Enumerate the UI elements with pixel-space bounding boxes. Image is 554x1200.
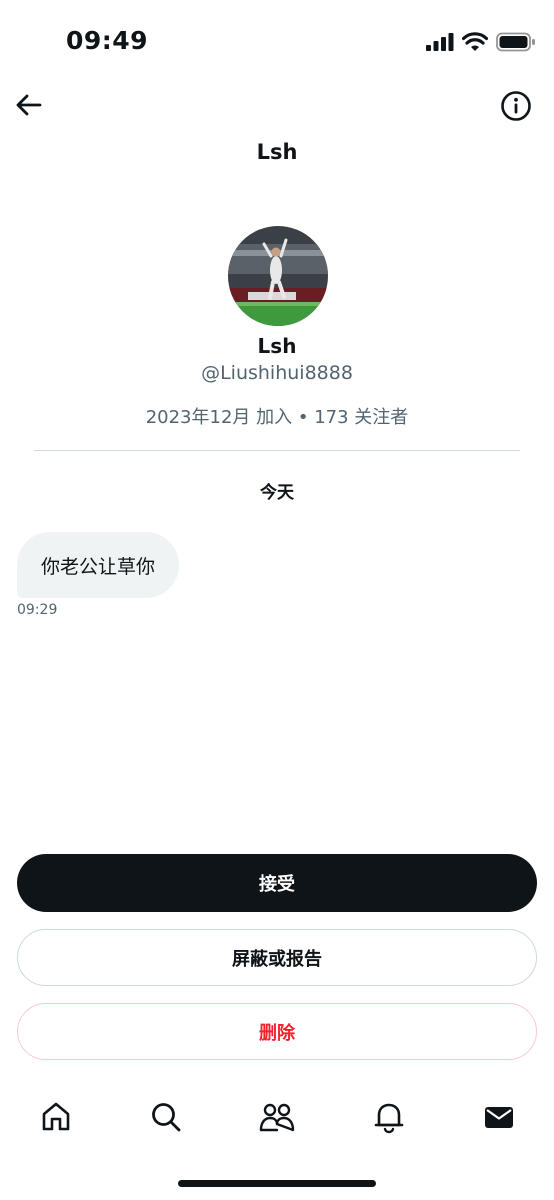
tab-messages[interactable]: [474, 1092, 524, 1142]
search-icon: [152, 1103, 181, 1132]
status-time: 09:49: [66, 26, 149, 55]
home-indicator: [178, 1180, 376, 1187]
arrow-left-icon: [16, 94, 42, 116]
block-report-button[interactable]: 屏蔽或报告: [17, 929, 537, 986]
profile-meta: 2023年12月 加入 • 173 关注者: [145, 407, 409, 428]
signal-icon: [426, 33, 454, 51]
tab-home[interactable]: [31, 1092, 81, 1142]
home-icon: [42, 1102, 70, 1131]
profile-name: Lsh: [257, 334, 297, 358]
message-timestamp: 09:29: [17, 602, 58, 618]
message-bubble[interactable]: 你老公让草你: [17, 532, 180, 598]
tab-communities[interactable]: [252, 1092, 302, 1142]
accept-button[interactable]: 接受: [17, 854, 537, 912]
wifi-icon: [462, 32, 488, 51]
back-button[interactable]: [12, 88, 46, 122]
envelope-icon: [485, 1107, 513, 1128]
battery-icon: [496, 32, 535, 52]
page-title: Lsh: [256, 140, 298, 164]
avatar[interactable]: [228, 226, 328, 326]
avatar-image: [228, 226, 328, 326]
communities-icon: [259, 1103, 295, 1132]
delete-button[interactable]: 删除: [17, 1003, 537, 1060]
profile-handle[interactable]: @Liushihui8888: [0, 362, 554, 384]
info-button[interactable]: [500, 90, 532, 122]
message-text: 你老公让草你: [41, 555, 156, 578]
tab-notifications[interactable]: [364, 1092, 414, 1142]
date-separator: 今天: [260, 483, 294, 503]
bell-icon: [374, 1103, 404, 1134]
status-icons: [426, 30, 536, 54]
tab-search[interactable]: [141, 1092, 191, 1142]
info-icon: [501, 91, 531, 121]
tab-bar: [0, 1092, 554, 1142]
divider: [34, 450, 520, 451]
